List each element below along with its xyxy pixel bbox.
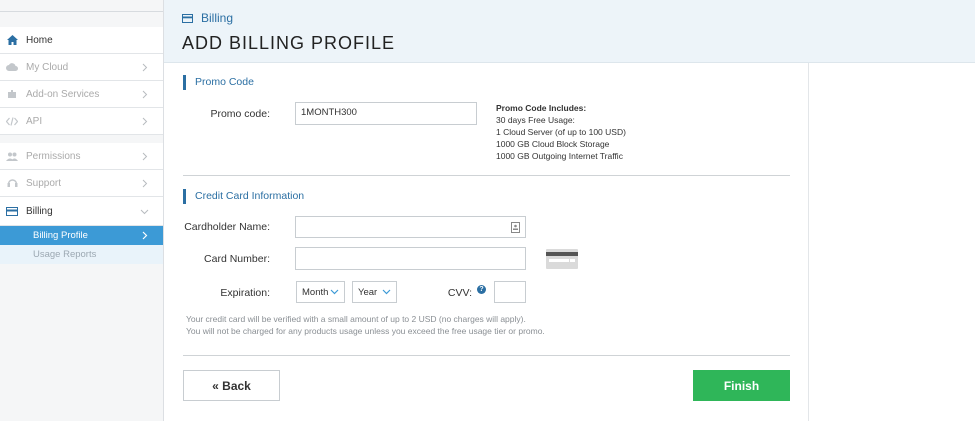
promo-info-line: 1000 GB Cloud Block Storage bbox=[496, 139, 610, 149]
cloud-icon bbox=[6, 62, 18, 72]
contact-card-icon bbox=[511, 222, 520, 233]
users-icon bbox=[6, 151, 18, 161]
sidebar: Home My Cloud Add-on Services API Permis… bbox=[0, 0, 164, 421]
card-icon bbox=[6, 206, 18, 216]
divider bbox=[183, 355, 790, 356]
promo-code-input[interactable]: 1MONTH300 bbox=[295, 102, 477, 125]
chevron-right-icon bbox=[142, 63, 148, 72]
card-icon bbox=[182, 13, 193, 23]
page-header: Billing ADD BILLING PROFILE bbox=[164, 0, 975, 63]
sidebar-subitem-label: Billing Profile bbox=[33, 230, 88, 241]
chevron-down-icon bbox=[382, 289, 391, 295]
promo-info-line: 30 days Free Usage: bbox=[496, 115, 575, 125]
sidebar-item-billing[interactable]: Billing bbox=[0, 197, 163, 226]
sidebar-item-label: Support bbox=[26, 177, 62, 189]
cardholder-name-input[interactable] bbox=[295, 216, 526, 238]
sidebar-item-label: Add-on Services bbox=[26, 88, 100, 100]
sidebar-item-label: My Cloud bbox=[26, 61, 69, 73]
sidebar-subitem-usage-reports[interactable]: Usage Reports bbox=[0, 245, 163, 264]
sidebar-subitem-label: Usage Reports bbox=[33, 249, 97, 260]
promo-info: Promo Code Includes: 30 days Free Usage:… bbox=[496, 102, 626, 162]
expiration-month-select[interactable]: Month bbox=[296, 281, 345, 303]
chevron-down-icon bbox=[330, 289, 339, 295]
sidebar-item-my-cloud[interactable]: My Cloud bbox=[0, 54, 163, 81]
credit-card-section-title: Credit Card Information bbox=[183, 189, 304, 204]
note-line: Your credit card will be verified with a… bbox=[186, 314, 526, 324]
sidebar-item-home[interactable]: Home bbox=[0, 27, 163, 54]
promo-code-label: Promo code: bbox=[210, 108, 270, 120]
card-number-input[interactable] bbox=[295, 247, 526, 270]
code-icon bbox=[6, 116, 18, 126]
expiration-year-select[interactable]: Year bbox=[352, 281, 397, 303]
sidebar-subitem-billing-profile[interactable]: Billing Profile bbox=[0, 226, 163, 245]
chevron-down-icon bbox=[140, 209, 149, 215]
year-value: Year bbox=[358, 286, 378, 298]
chevron-right-icon bbox=[142, 117, 148, 126]
promo-info-title: Promo Code Includes: bbox=[496, 103, 587, 113]
page-title: ADD BILLING PROFILE bbox=[182, 33, 396, 53]
cardholder-name-label: Cardholder Name: bbox=[184, 221, 270, 233]
chevron-right-icon bbox=[142, 231, 148, 240]
breadcrumb: Billing bbox=[182, 11, 233, 25]
puzzle-icon bbox=[6, 89, 18, 99]
chevron-right-icon bbox=[142, 179, 148, 188]
sidebar-item-label: Billing bbox=[26, 205, 53, 217]
breadcrumb-label[interactable]: Billing bbox=[201, 11, 233, 25]
promo-info-line: 1 Cloud Server (of up to 100 USD) bbox=[496, 127, 626, 137]
sidebar-item-api[interactable]: API bbox=[0, 108, 163, 135]
credit-card-icon bbox=[546, 249, 578, 269]
divider bbox=[183, 175, 790, 176]
finish-button[interactable]: Finish bbox=[693, 370, 790, 401]
content-border bbox=[808, 63, 809, 421]
month-value: Month bbox=[302, 286, 329, 298]
sidebar-item-add-on-services[interactable]: Add-on Services bbox=[0, 81, 163, 108]
cvv-input[interactable] bbox=[494, 281, 526, 303]
home-icon bbox=[6, 35, 18, 45]
sidebar-item-permissions[interactable]: Permissions bbox=[0, 143, 163, 170]
sidebar-item-label: API bbox=[26, 115, 43, 127]
sidebar-item-support[interactable]: Support bbox=[0, 170, 163, 197]
sidebar-item-label: Home bbox=[26, 34, 53, 46]
headset-icon bbox=[6, 178, 18, 188]
back-button[interactable]: « Back bbox=[183, 370, 280, 401]
sidebar-item-label: Permissions bbox=[26, 150, 81, 162]
note-line: You will not be charged for any products… bbox=[186, 325, 545, 336]
promo-section-title: Promo Code bbox=[183, 75, 254, 90]
chevron-right-icon bbox=[142, 90, 148, 99]
promo-info-line: 1000 GB Outgoing Internet Traffic bbox=[496, 151, 623, 161]
chevron-right-icon bbox=[142, 152, 148, 161]
help-icon[interactable]: ? bbox=[477, 285, 486, 294]
expiration-label: Expiration: bbox=[220, 287, 270, 299]
cvv-label: CVV: bbox=[447, 287, 472, 299]
card-number-label: Card Number: bbox=[204, 253, 270, 265]
verification-note: Your credit card will be verified with a… bbox=[186, 314, 545, 337]
sidebar-top-divider bbox=[0, 11, 163, 12]
